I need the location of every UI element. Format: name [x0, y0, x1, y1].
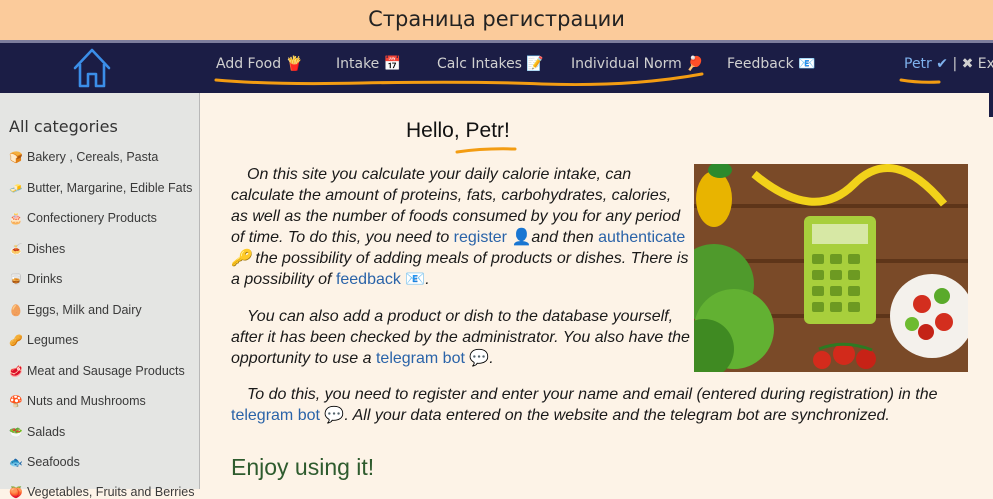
category-seafoods[interactable]: 🐟 Seafoods	[9, 455, 80, 469]
egg-icon: 🥚	[9, 305, 23, 317]
intro-paragraph: On this site you calculate your daily ca…	[231, 166, 689, 288]
feedback-link[interactable]: feedback 📧	[336, 271, 425, 288]
user-name-link[interactable]: Petr ✔	[904, 56, 948, 72]
page-title: Страница регистрации	[368, 7, 625, 31]
cake-icon: 🎂	[9, 213, 23, 225]
category-butter[interactable]: 🧈 Butter, Margarine, Edible Fats	[9, 181, 192, 195]
drink-icon: 🥃	[9, 274, 23, 286]
exit-link[interactable]: ✖ Exit	[962, 56, 993, 72]
food-calculator-illustration	[694, 164, 968, 372]
register-link[interactable]: register 👤	[454, 229, 532, 246]
category-drinks[interactable]: 🥃 Drinks	[9, 272, 62, 286]
add-product-paragraph: You can also add a product or dish to th…	[231, 308, 690, 367]
category-sidebar: All categories 🍞 Bakery , Cereals, Pasta …	[0, 93, 200, 499]
dish-icon: 🍝	[9, 244, 23, 256]
fish-icon: 🐟	[9, 457, 23, 469]
greeting-underline	[455, 147, 517, 154]
mushroom-icon: 🍄	[9, 396, 23, 408]
category-legumes[interactable]: 🥜 Legumes	[9, 333, 78, 347]
user-area: Petr ✔ | ✖ Exit	[904, 56, 993, 72]
user-separator: |	[952, 56, 958, 72]
nav-highlight-underline	[214, 72, 704, 87]
page-header: Страница регистрации	[0, 0, 993, 40]
category-meat[interactable]: 🥩 Meat and Sausage Products	[9, 364, 185, 378]
telegram-bot-link-2[interactable]: telegram bot 💬	[231, 407, 344, 424]
category-eggs-dairy[interactable]: 🥚 Eggs, Milk and Dairy	[9, 303, 142, 317]
peanut-icon: 🥜	[9, 335, 23, 347]
main-content: Hello, Petr! On this site you calculate …	[200, 93, 993, 489]
home-icon[interactable]	[72, 46, 112, 90]
meat-icon: 🥩	[9, 366, 23, 378]
sidebar-title: All categories	[9, 117, 118, 136]
nav-feedback[interactable]: Feedback 📧	[727, 56, 816, 72]
authenticate-link[interactable]: authenticate	[598, 229, 685, 246]
bread-icon: 🍞	[9, 152, 23, 164]
category-dishes[interactable]: 🍝 Dishes	[9, 242, 65, 256]
greeting-heading: Hello, Petr!	[406, 119, 510, 142]
salad-icon: 🥗	[9, 427, 23, 439]
fruit-icon: 🍑	[9, 487, 23, 499]
user-highlight-underline	[899, 78, 941, 84]
telegram-bot-link[interactable]: telegram bot 💬	[376, 350, 489, 367]
hero-image	[694, 164, 968, 372]
telegram-paragraph: To do this, you need to register and ent…	[231, 386, 938, 424]
category-bakery[interactable]: 🍞 Bakery , Cereals, Pasta	[9, 150, 158, 164]
category-confectionery[interactable]: 🎂 Confectionery Products	[9, 211, 157, 225]
butter-icon: 🧈	[9, 183, 23, 195]
category-salads[interactable]: 🥗 Salads	[9, 425, 65, 439]
category-nuts-mushrooms[interactable]: 🍄 Nuts and Mushrooms	[9, 394, 146, 408]
category-vegetables[interactable]: 🍑 Vegetables, Fruits and Berries	[9, 485, 194, 499]
enjoy-heading: Enjoy using it!	[231, 454, 375, 480]
